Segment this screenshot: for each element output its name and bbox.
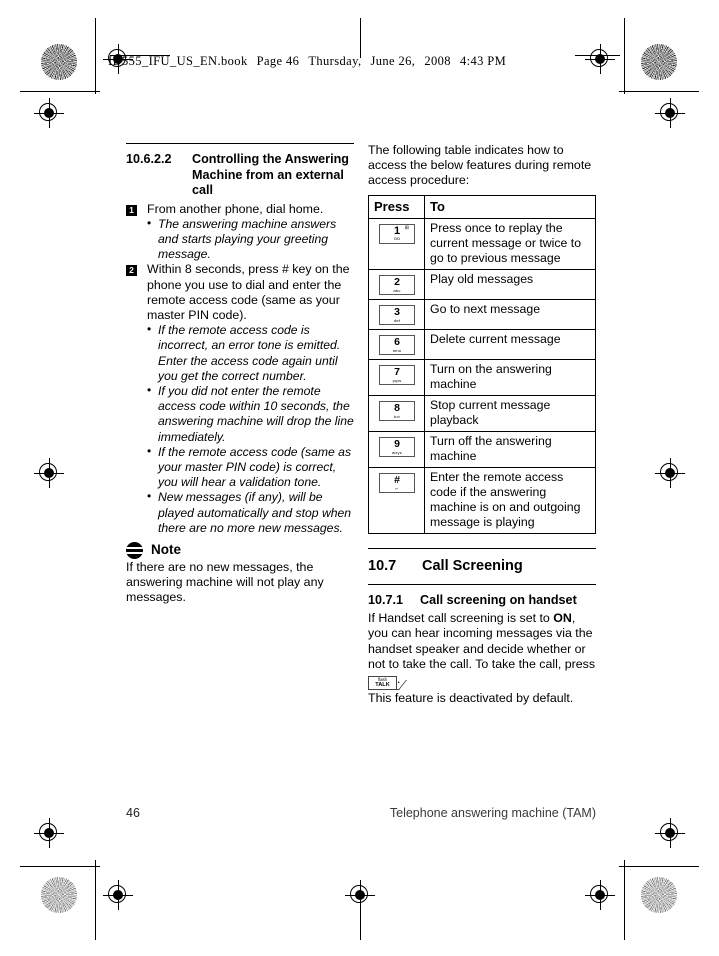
key-cell: # ↵: [368, 466, 425, 534]
table-row: # ↵ Enter the remote access code if the …: [368, 466, 596, 534]
action-cell: Play old messages: [424, 268, 596, 300]
note-title: Note: [151, 542, 181, 558]
heading-10-7: 10.7 Call Screening: [368, 557, 596, 575]
table-row: 8 tuv Stop current message playback: [368, 394, 596, 432]
right-column: The following table indicates how to acc…: [368, 143, 596, 707]
key-cell: 7 pqrs: [368, 358, 425, 396]
table-row: 7 pqrs Turn on the answering machine: [368, 358, 596, 396]
action-cell: Turn off the answering machine: [424, 430, 596, 468]
key-superscript: ⊞: [404, 224, 409, 231]
step-2-bullets: If the remote access code is incorrect, …: [126, 322, 354, 536]
key-cell: 6 mno: [368, 328, 425, 360]
key-cell: 3 def: [368, 298, 425, 330]
heading-title: Controlling the Answering Machine from a…: [192, 152, 349, 197]
step-marker: 1: [126, 204, 137, 216]
keypad-8-icon: 8 tuv: [379, 400, 415, 421]
note-header: Note: [126, 541, 354, 559]
key-cell: 2 abc: [368, 268, 425, 300]
key-cell: 8 tuv: [368, 394, 425, 432]
body-emphasis-on: ON: [553, 611, 572, 626]
keypad-3-icon: 3 def: [379, 304, 415, 325]
keypad-6-icon: 6 mno: [379, 334, 415, 355]
heading-10-6-2-2: 10.6.2.2 Controlling the Answering Machi…: [126, 152, 354, 199]
keypad-1-icon: ⊞ 1 oo: [379, 223, 415, 244]
step-item: 2 Within 8 seconds, press # key on the p…: [126, 262, 354, 323]
bullet-item: New messages (if any), will be played au…: [147, 489, 354, 536]
call-screening-body: If Handset call screening is set to ON, …: [368, 611, 596, 690]
table-row: ⊞ 1 oo Press once to replay the current …: [368, 217, 596, 270]
table-row: 9 wxyz Turn off the answering machine: [368, 430, 596, 468]
page-footer: 46 Telephone answering machine (TAM): [126, 806, 596, 820]
call-screening-default-text: This feature is deactivated by default.: [368, 690, 574, 705]
key-cell: ⊞ 1 oo: [368, 217, 425, 270]
step-marker: 2: [126, 265, 137, 277]
keypad-9-icon: 9 wxyz: [379, 436, 415, 457]
remote-access-key-table: Press To ⊞ 1 oo Press once to replay the…: [368, 194, 596, 534]
key-subtext: tuv: [393, 413, 401, 419]
action-cell: Turn on the answering machine: [424, 358, 596, 396]
key-number: 2: [394, 275, 400, 288]
step-text: Within 8 seconds, press # key on the pho…: [147, 262, 350, 322]
footer-section-title: Telephone answering machine (TAM): [389, 806, 596, 820]
body-text-part-1: If Handset call screening is set to: [368, 611, 554, 626]
keypad-7-icon: 7 pqrs: [379, 364, 415, 385]
column-header-press: Press: [368, 194, 425, 219]
key-subtext: def: [393, 317, 401, 323]
column-header-to: To: [424, 194, 596, 219]
table-intro-text: The following table indicates how to acc…: [368, 143, 592, 188]
table-row: 6 mno Delete current message: [368, 328, 596, 360]
key-number: 6: [394, 335, 400, 348]
key-number: 9: [394, 437, 400, 450]
footer-page-number: 46: [126, 806, 140, 820]
keypad-2-icon: 2 abc: [379, 274, 415, 295]
section-number: 10.7: [368, 557, 397, 574]
subsection-number: 10.7.1: [368, 592, 404, 607]
keypad-hash-icon: # ↵: [379, 472, 415, 493]
step-1-bullets: The answering machine answers and starts…: [126, 216, 354, 263]
heading-10-7-1: 10.7.1 Call screening on handset: [368, 593, 596, 609]
key-subtext: ↵: [395, 485, 399, 491]
key-number: #: [394, 473, 400, 486]
key-number: 3: [394, 305, 400, 318]
key-subtext: oo: [394, 235, 400, 242]
table-row: 3 def Go to next message: [368, 298, 596, 330]
bullet-item: If the remote access code (same as your …: [147, 444, 354, 491]
key-subtext: abc: [393, 287, 401, 293]
heading-number: 10.6.2.2: [126, 152, 172, 166]
table-header-row: Press To: [368, 194, 596, 219]
table-row: 2 abc Play old messages: [368, 268, 596, 300]
section-rule-10-7: [368, 547, 596, 549]
subsection-title: Call screening on handset: [420, 592, 577, 607]
note-text: If there are no new messages, the answer…: [126, 559, 324, 605]
action-cell: Go to next message: [424, 298, 596, 330]
section-rule-10-7-1: [368, 583, 596, 585]
key-subtext: wxyz: [392, 449, 402, 455]
action-cell: Press once to replay the current message…: [424, 217, 596, 270]
step-item: 1 From another phone, dial home.: [126, 202, 354, 217]
bullet-item: If the remote access code is incorrect, …: [147, 322, 354, 384]
section-rule-left: [126, 143, 354, 144]
section-title: Call Screening: [422, 557, 523, 574]
action-cell: Stop current message playback: [424, 394, 596, 432]
left-column: 10.6.2.2 Controlling the Answering Machi…: [126, 143, 354, 607]
key-cell: 9 wxyz: [368, 430, 425, 468]
key-subtext: pqrs: [392, 377, 402, 383]
bullet-item: If you did not enter the remote access c…: [147, 383, 354, 445]
key-number: 7: [394, 365, 400, 378]
key-number: 8: [394, 401, 400, 414]
bullet-item: The answering machine answers and starts…: [147, 216, 354, 263]
note-icon: [126, 541, 143, 559]
talk-key-icon: flash TALK: [368, 675, 407, 690]
key-subtext: mno: [392, 347, 402, 353]
action-cell: Enter the remote access code if the answ…: [424, 466, 596, 534]
action-cell: Delete current message: [424, 328, 596, 360]
step-text: From another phone, dial home.: [147, 201, 324, 216]
